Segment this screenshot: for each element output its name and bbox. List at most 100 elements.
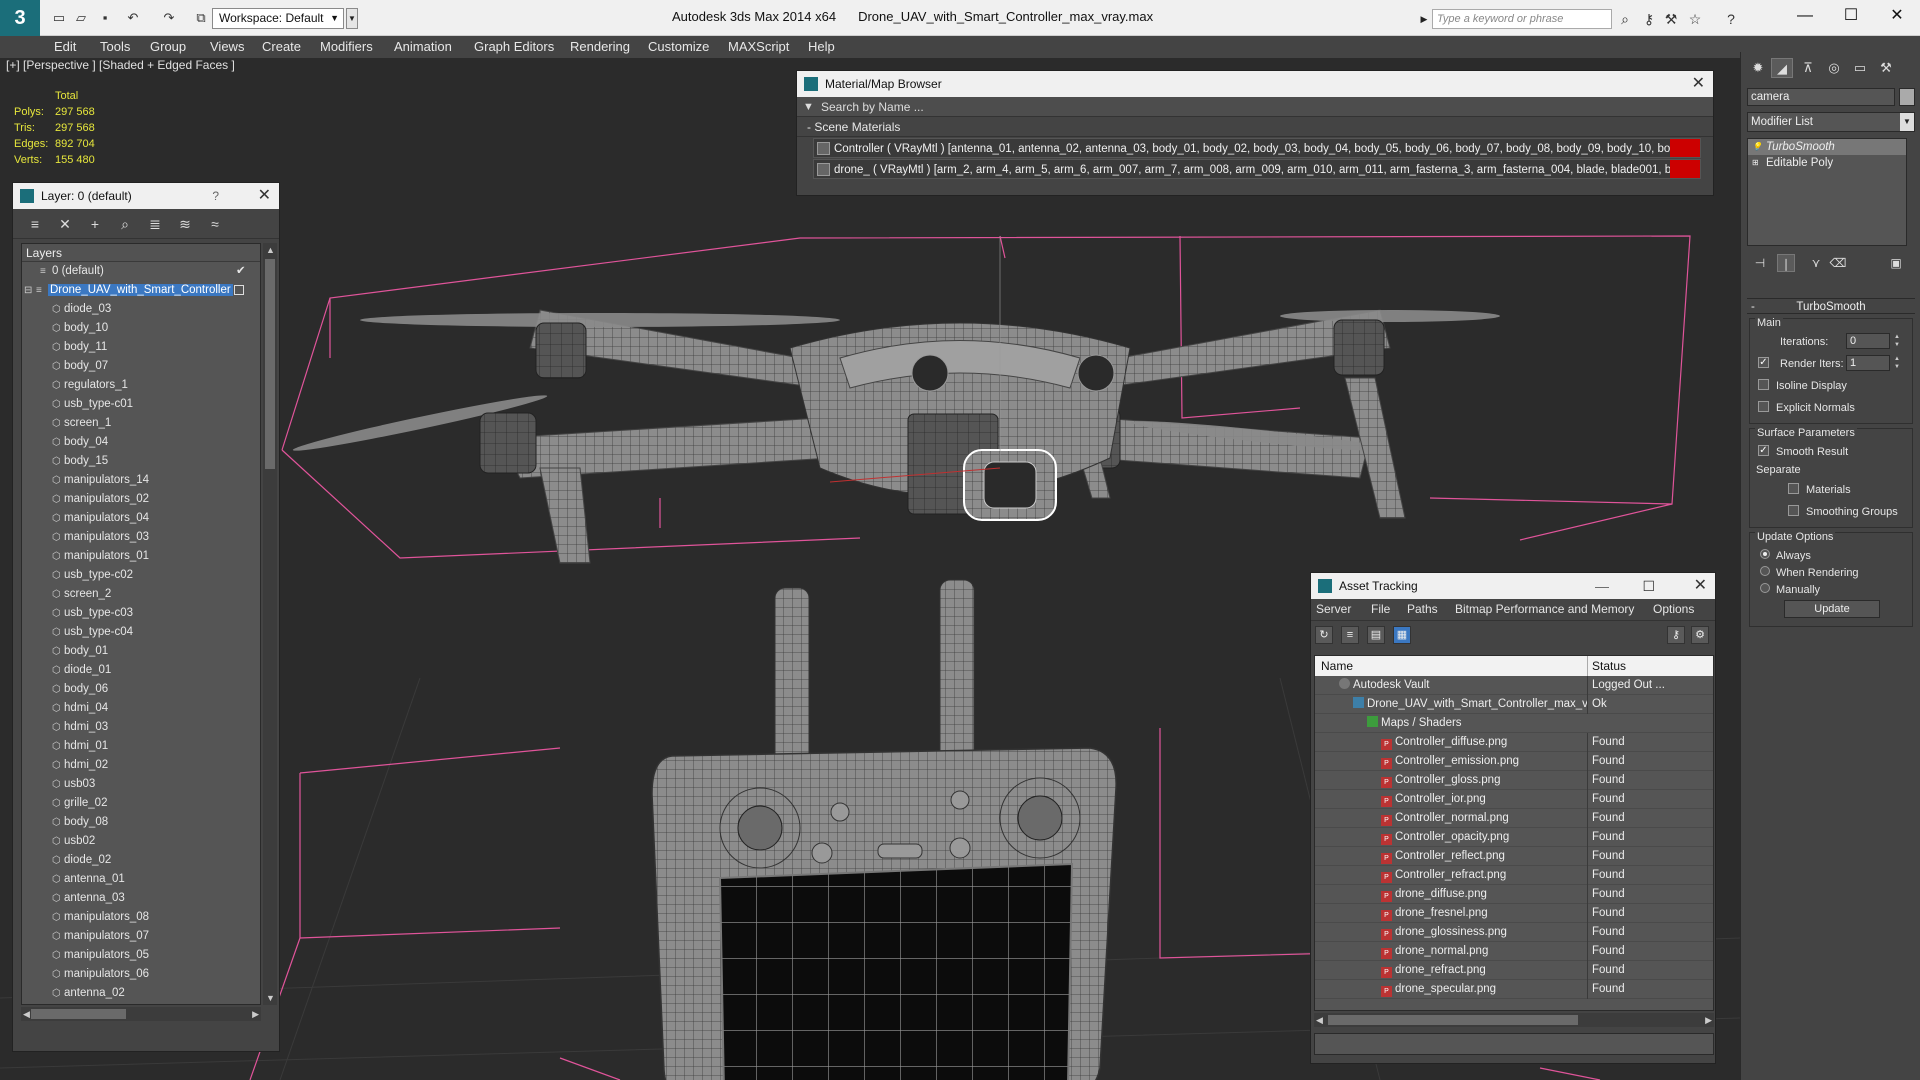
asset-row[interactable]: P Controller_emission.png Found (1315, 752, 1713, 771)
asset-row[interactable]: P Controller_refract.png Found (1315, 866, 1713, 885)
scroll-thumb[interactable] (31, 1009, 126, 1019)
layer-box-icon[interactable] (234, 285, 244, 295)
redo-icon[interactable]: ↷ (160, 9, 178, 27)
menu-tools[interactable]: Tools (100, 39, 130, 54)
menu-modifiers[interactable]: Modifiers (320, 39, 373, 54)
material-browser-titlebar[interactable]: Material/Map Browser ✕ (797, 71, 1713, 97)
asset-row[interactable]: Pdrone_glossiness.png Found (1315, 923, 1713, 942)
asset-row[interactable]: Autodesk Vault Logged Out ... (1315, 676, 1713, 695)
delete-layer-icon[interactable]: ✕ (55, 215, 75, 233)
asset-row[interactable]: P Controller_diffuse.png Found (1315, 733, 1713, 752)
create-tab-icon[interactable]: ✹ (1747, 58, 1769, 78)
close-icon[interactable]: ✕ (1694, 573, 1707, 599)
scroll-up-icon[interactable]: ▲ (266, 245, 275, 255)
maximize-button[interactable]: ☐ (1828, 0, 1874, 32)
layer-child-row[interactable]: ⬡ diode_01 (22, 661, 260, 680)
layer-panel-titlebar[interactable]: Layer: 0 (default) ? ✕ (13, 183, 279, 209)
scroll-thumb[interactable] (1328, 1015, 1578, 1025)
undo-icon[interactable]: ↶ (124, 9, 142, 27)
render-iters-spinner[interactable]: 1 (1846, 355, 1890, 371)
layer-child-row[interactable]: ⬡ manipulators_07 (22, 927, 260, 946)
subscription-icon[interactable]: ⚒ (1662, 10, 1680, 28)
asset-horizontal-scrollbar[interactable]: ◀ ▶ (1314, 1013, 1714, 1027)
active-layer-check-icon[interactable]: ✔ (236, 262, 246, 281)
asset-row[interactable]: P Controller_normal.png Found (1315, 809, 1713, 828)
layer-child-row[interactable]: ⬡ body_01 (22, 642, 260, 661)
asset-path-field[interactable] (1314, 1033, 1714, 1055)
scroll-right-icon[interactable]: ▶ (1705, 1015, 1712, 1026)
asset-menu-server[interactable]: Server (1316, 602, 1351, 616)
layer-child-row[interactable]: ⬡body_13 (22, 1003, 260, 1004)
layer-child-row[interactable]: ⬡ usb03 (22, 775, 260, 794)
layer-horizontal-scrollbar[interactable]: ◀ ▶ (21, 1007, 261, 1021)
layer-child-row[interactable]: ⬡ body_10 (22, 319, 260, 338)
search-expand-icon[interactable]: ▶ (1418, 9, 1430, 29)
layer-child-row[interactable]: ⬡ hdmi_03 (22, 718, 260, 737)
always-radio[interactable] (1760, 549, 1770, 559)
layer-child-row[interactable]: ⬡ body_15 (22, 452, 260, 471)
spinner-arrows-icon[interactable]: ▲ ▼ (1892, 355, 1902, 371)
hide-all-icon[interactable]: ≋ (175, 215, 195, 233)
object-name-field[interactable]: camera (1747, 88, 1895, 106)
layer-child-row[interactable]: ⬡ usb_type-c01 (22, 395, 260, 414)
layer-vertical-scrollbar[interactable]: ▲ ▼ (263, 243, 277, 1005)
manually-radio[interactable] (1760, 583, 1770, 593)
key-icon[interactable]: ⚷ (1640, 10, 1658, 28)
asset-row[interactable]: Pdrone_specular.png Found (1315, 980, 1713, 999)
layer-child-row[interactable]: ⬡ body_07 (22, 357, 260, 376)
layer-child-row[interactable]: ⬡ manipulators_01 (22, 547, 260, 566)
material-row-controller[interactable]: Controller ( VRayMtl ) [antenna_01, ante… (813, 138, 1701, 158)
filter-icon[interactable]: ▼ (803, 97, 814, 117)
asset-row[interactable]: Pdrone_diffuse.png Found (1315, 885, 1713, 904)
modifier-list-dropdown[interactable]: Modifier List ▼ (1747, 112, 1915, 132)
bulb-icon[interactable]: 💡 (1752, 142, 1762, 151)
layer-child-row[interactable]: ⬡ body_06 (22, 680, 260, 699)
layer-child-row[interactable]: ⬡ screen_1 (22, 414, 260, 433)
vault-login-icon[interactable]: ⚷ (1667, 626, 1685, 644)
layer-child-row[interactable]: ⬡ usb_type-c02 (22, 566, 260, 585)
scroll-left-icon[interactable]: ◀ (1316, 1015, 1323, 1026)
highlight-layer-icon[interactable]: ≣ (145, 215, 165, 233)
asset-menu-bitmap[interactable]: Bitmap Performance and Memory (1455, 602, 1634, 616)
minimize-button[interactable]: — (1782, 0, 1828, 32)
menu-views[interactable]: Views (210, 39, 244, 54)
close-icon[interactable]: ✕ (258, 183, 271, 209)
asset-row[interactable]: Drone_UAV_with_Smart_Controller_max_vray… (1315, 695, 1713, 714)
asset-tracking-titlebar[interactable]: Asset Tracking — ☐ ✕ (1311, 573, 1715, 599)
menu-rendering[interactable]: Rendering (570, 39, 630, 54)
iterations-spinner[interactable]: 0 (1846, 333, 1890, 349)
layer-child-row[interactable]: ⬡ manipulators_02 (22, 490, 260, 509)
column-status[interactable]: Status (1587, 656, 1626, 676)
layer-child-row[interactable]: ⬡ diode_02 (22, 851, 260, 870)
materials-checkbox[interactable] (1788, 483, 1799, 494)
utilities-tab-icon[interactable]: ⚒ (1875, 58, 1897, 78)
smooth-result-checkbox[interactable]: ✓ (1758, 445, 1769, 456)
modifier-stack[interactable]: 💡 TurboSmooth ⊞ Editable Poly (1747, 138, 1907, 246)
rollout-header[interactable]: - TurboSmooth (1747, 298, 1915, 314)
asset-menu-paths[interactable]: Paths (1407, 602, 1438, 616)
create-layer-icon[interactable]: ≡ (25, 215, 45, 233)
layer-child-row[interactable]: ⬡ manipulators_05 (22, 946, 260, 965)
remove-modifier-icon[interactable]: ⌫ (1829, 254, 1847, 272)
layer-child-row[interactable]: ⬡ antenna_02 (22, 984, 260, 1003)
new-file-icon[interactable]: ▭ (50, 9, 68, 27)
help-icon[interactable]: ? (1722, 10, 1740, 28)
make-unique-icon[interactable]: ⋎ (1807, 254, 1825, 272)
search-input[interactable]: Type a keyword or phrase (1432, 9, 1612, 29)
layer-child-row[interactable]: ⬡ hdmi_01 (22, 737, 260, 756)
asset-menu-file[interactable]: File (1371, 602, 1390, 616)
layer-child-row[interactable]: ⬡ hdmi_04 (22, 699, 260, 718)
layer-child-row[interactable]: ⬡ body_08 (22, 813, 260, 832)
asset-row[interactable]: Pdrone_refract.png Found (1315, 961, 1713, 980)
layer-child-row[interactable]: ⬡ manipulators_14 (22, 471, 260, 490)
asset-row[interactable]: Pdrone_normal.png Found (1315, 942, 1713, 961)
asset-row[interactable]: Maps / Shaders (1315, 714, 1713, 733)
workspace-dropdown[interactable]: Workspace: Default ▼ (212, 8, 344, 29)
help-icon[interactable]: ? (212, 183, 219, 209)
asset-row[interactable]: Pdrone_fresnel.png Found (1315, 904, 1713, 923)
hierarchy-tab-icon[interactable]: ⊼ (1797, 58, 1819, 78)
layer-list[interactable]: Layers ≡ 0 (default) ✔ ⊟ ≡ Drone_UAV_with_S… (21, 243, 261, 1005)
viewport-label[interactable]: [+] [Perspective ] [Shaded + Edged Faces… (6, 58, 235, 72)
favorites-star-icon[interactable]: ☆ (1686, 10, 1704, 28)
layer-child-row[interactable]: ⬡ usb_type-c04 (22, 623, 260, 642)
